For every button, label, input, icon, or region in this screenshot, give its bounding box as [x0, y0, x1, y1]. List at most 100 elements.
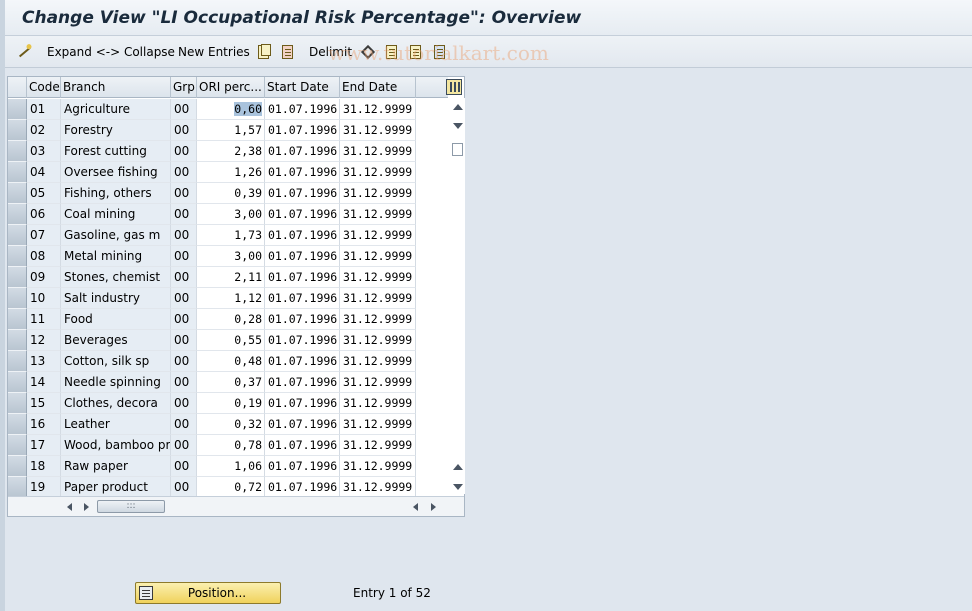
cell-ori-percentage-input[interactable]: 1,26 — [197, 162, 265, 183]
new-entries-label: New Entries — [178, 45, 250, 59]
row-selector[interactable] — [8, 267, 27, 288]
cell-grp-value: 00 — [174, 144, 190, 158]
row-selector[interactable] — [8, 288, 27, 309]
cell-code: 15 — [27, 393, 61, 414]
scroll-left-end-icon[interactable] — [413, 503, 418, 511]
cell-start-date-value: 01.07.1996 — [268, 123, 338, 137]
scroll-right-end-icon[interactable] — [431, 503, 436, 511]
cell-grp: 00 — [171, 288, 197, 309]
cell-ori-percentage-input[interactable]: 0,72 — [197, 477, 265, 498]
cell-ori-percentage-input[interactable]: 0,37 — [197, 372, 265, 393]
cell-ori-percentage-input[interactable]: 0,48 — [197, 351, 265, 372]
cell-end-date-value: 31.12.9999 — [343, 396, 413, 410]
scroll-left-icon[interactable] — [67, 503, 72, 511]
cell-ori-percentage-input[interactable]: 0,78 — [197, 435, 265, 456]
cell-branch-value: Clothes, decora — [64, 396, 158, 410]
position-button[interactable]: Position... — [135, 582, 281, 604]
column-header-end-date[interactable]: End Date — [340, 77, 416, 98]
row-selector[interactable] — [8, 330, 27, 351]
row-selector[interactable] — [8, 351, 27, 372]
row-selector[interactable] — [8, 162, 27, 183]
row-selector[interactable] — [8, 456, 27, 477]
cell-branch: Coal mining — [61, 204, 171, 225]
cell-ori-percentage-input[interactable]: 0,19 — [197, 393, 265, 414]
row-selector[interactable] — [8, 99, 27, 120]
row-selector[interactable] — [8, 414, 27, 435]
column-configuration-icon[interactable] — [446, 79, 462, 95]
undo-change-button[interactable] — [360, 36, 376, 68]
select-block-button[interactable] — [408, 36, 424, 68]
column-header-code[interactable]: Code — [27, 77, 61, 98]
new-entries-button[interactable]: New Entries — [178, 36, 250, 68]
cell-start-date-value: 01.07.1996 — [268, 312, 338, 326]
page-up-icon[interactable] — [453, 464, 463, 470]
row-selector[interactable] — [8, 477, 27, 498]
cell-branch-value: Food — [64, 312, 93, 326]
cell-ori-percentage-input[interactable]: 3,00 — [197, 204, 265, 225]
cell-branch-value: Forestry — [64, 123, 113, 137]
scroll-thumb[interactable] — [452, 143, 463, 156]
select-all-rows-corner[interactable] — [8, 77, 27, 98]
horizontal-scrollbar[interactable]: ::: — [8, 496, 464, 516]
cell-grp-value: 00 — [174, 459, 190, 473]
cell-code: 16 — [27, 414, 61, 435]
row-selector[interactable] — [8, 246, 27, 267]
cell-ori-percentage-input[interactable]: 1,57 — [197, 120, 265, 141]
cell-start-date: 01.07.1996 — [265, 162, 340, 183]
display-change-button[interactable] — [17, 36, 33, 68]
cell-end-date: 31.12.9999 — [340, 162, 416, 183]
cell-grp: 00 — [171, 372, 197, 393]
row-selector[interactable] — [8, 393, 27, 414]
copy-as-button[interactable] — [256, 36, 272, 68]
cell-ori-percentage-input[interactable]: 1,12 — [197, 288, 265, 309]
cell-end-date: 31.12.9999 — [340, 120, 416, 141]
cell-ori-percentage-input[interactable]: 1,06 — [197, 456, 265, 477]
select-all-button[interactable] — [384, 36, 400, 68]
horizontal-scroll-thumb[interactable]: ::: — [97, 500, 165, 513]
page-down-icon[interactable] — [453, 484, 463, 490]
cell-end-date: 31.12.9999 — [340, 225, 416, 246]
deselect-all-button[interactable] — [432, 36, 448, 68]
column-header-grp[interactable]: Grp — [171, 77, 197, 98]
cell-ori-percentage-input[interactable]: 2,38 — [197, 141, 265, 162]
cell-grp: 00 — [171, 141, 197, 162]
cell-ori-percentage-input[interactable]: 0,28 — [197, 309, 265, 330]
row-selector[interactable] — [8, 309, 27, 330]
column-header-branch[interactable]: Branch — [61, 77, 171, 98]
delimit-button[interactable]: Delimit — [309, 36, 352, 68]
cell-ori-percentage-input-value: 1,12 — [234, 291, 262, 305]
expand-collapse-button[interactable]: Expand <-> Collapse — [47, 36, 175, 68]
cell-end-date: 31.12.9999 — [340, 204, 416, 225]
row-selector[interactable] — [8, 372, 27, 393]
cell-end-date-value: 31.12.9999 — [343, 270, 413, 284]
vertical-scrollbar[interactable] — [449, 98, 465, 494]
row-selector[interactable] — [8, 120, 27, 141]
scroll-down-icon[interactable] — [453, 123, 463, 129]
cell-ori-percentage-input[interactable]: 2,11 — [197, 267, 265, 288]
cell-ori-percentage-input[interactable]: 1,73 — [197, 225, 265, 246]
cell-ori-percentage-input[interactable]: 3,00 — [197, 246, 265, 267]
cell-start-date: 01.07.1996 — [265, 477, 340, 498]
scroll-right-icon[interactable] — [84, 503, 89, 511]
cell-ori-percentage-input[interactable]: 0,55 — [197, 330, 265, 351]
row-selector[interactable] — [8, 225, 27, 246]
row-selector[interactable] — [8, 435, 27, 456]
delete-button[interactable] — [280, 36, 296, 68]
table-row: 01 Agriculture 00 0,60 01.07.1996 31.12.9999 — [8, 99, 448, 120]
row-selector[interactable] — [8, 141, 27, 162]
cell-ori-percentage-input[interactable]: 0,32 — [197, 414, 265, 435]
column-header-start-date[interactable]: Start Date — [265, 77, 340, 98]
cell-ori-percentage-input[interactable]: 0,60 — [197, 99, 265, 120]
row-selector[interactable] — [8, 183, 27, 204]
cell-end-date-value: 31.12.9999 — [343, 186, 413, 200]
cell-ori-percentage-input[interactable]: 0,39 — [197, 183, 265, 204]
column-header-ori-percentage[interactable]: ORI perc... — [197, 77, 265, 98]
cell-end-date: 31.12.9999 — [340, 99, 416, 120]
scroll-up-icon[interactable] — [453, 104, 463, 110]
cell-end-date-value: 31.12.9999 — [343, 354, 413, 368]
cell-end-date: 31.12.9999 — [340, 477, 416, 498]
cell-ori-percentage-input-value: 0,37 — [234, 375, 262, 389]
cell-end-date-value: 31.12.9999 — [343, 333, 413, 347]
row-selector[interactable] — [8, 204, 27, 225]
table-row: 13 Cotton, silk sp 00 0,48 01.07.1996 31.12.9… — [8, 351, 448, 372]
